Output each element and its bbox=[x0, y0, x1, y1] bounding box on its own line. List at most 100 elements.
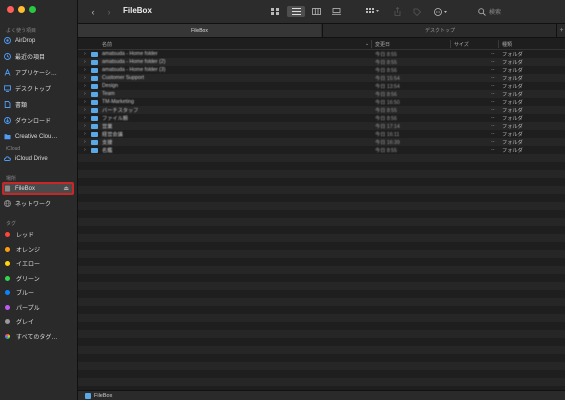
more-actions-button[interactable] bbox=[433, 5, 451, 18]
table-row[interactable]: › バーチスタッフ 今日 8:55 -- フォルダ bbox=[78, 106, 565, 114]
list-view-button[interactable] bbox=[287, 6, 305, 17]
column-date-header[interactable]: 変更日 bbox=[375, 41, 390, 48]
table-row[interactable]: › amatsuda - Home folder (3) 今日 8:56 -- フォルダ bbox=[78, 66, 565, 74]
disclosure-chevron-icon[interactable]: › bbox=[84, 115, 86, 121]
sidebar-item-label: ダウンロード bbox=[15, 119, 52, 125]
disclosure-chevron-icon[interactable]: › bbox=[84, 83, 86, 89]
disclosure-chevron-icon[interactable]: › bbox=[84, 99, 86, 105]
sidebar-tag-0[interactable]: レッド bbox=[4, 229, 74, 240]
eject-icon[interactable]: ⏏ bbox=[63, 185, 69, 192]
share-button[interactable] bbox=[392, 5, 402, 18]
file-kind: フォルダ bbox=[502, 76, 523, 82]
forward-button[interactable]: › bbox=[104, 5, 114, 18]
empty-row bbox=[78, 154, 565, 162]
table-row[interactable]: › Customer Support 今日 15:54 -- フォルダ bbox=[78, 74, 565, 82]
download-icon bbox=[4, 117, 11, 124]
empty-row bbox=[78, 282, 565, 290]
tag-label: グレイ bbox=[16, 320, 35, 326]
close-window-button[interactable] bbox=[7, 6, 14, 13]
disclosure-chevron-icon[interactable]: › bbox=[84, 139, 86, 145]
column-view-button[interactable] bbox=[307, 6, 325, 17]
empty-row bbox=[78, 378, 565, 386]
table-row[interactable]: › Team 今日 8:56 -- フォルダ bbox=[78, 90, 565, 98]
folder-icon bbox=[91, 84, 98, 89]
table-row[interactable]: › ファイル類 今日 8:56 -- フォルダ bbox=[78, 114, 565, 122]
file-kind: フォルダ bbox=[502, 132, 523, 138]
empty-row bbox=[78, 322, 565, 330]
file-date: 今日 8:56 bbox=[375, 68, 397, 74]
sidebar-item-sidebar-locations-1[interactable]: ネットワーク bbox=[4, 198, 74, 209]
sidebar-item-sidebar-favorites-2[interactable]: アプリケーシ… bbox=[4, 67, 74, 78]
file-date: 今日 16:11 bbox=[375, 132, 400, 138]
sidebar-tag-6[interactable]: グレイ bbox=[4, 316, 74, 327]
file-date: 今日 8:55 bbox=[375, 148, 397, 154]
disclosure-chevron-icon[interactable]: › bbox=[84, 51, 86, 57]
sidebar-item-sidebar-favorites-3[interactable]: デスクトップ bbox=[4, 83, 74, 94]
group-icon bbox=[366, 8, 379, 13]
table-row[interactable]: › amatsuda - Home folder (2) 今日 8:55 -- フォルダ bbox=[78, 58, 565, 66]
sidebar-tag-7[interactable]: すべてのタグ… bbox=[4, 331, 74, 342]
disclosure-chevron-icon[interactable]: › bbox=[84, 131, 86, 137]
gallery-view-button[interactable] bbox=[327, 6, 345, 17]
zoom-window-button[interactable] bbox=[29, 6, 36, 13]
empty-row bbox=[78, 218, 565, 226]
disclosure-chevron-icon[interactable]: › bbox=[84, 75, 86, 81]
file-kind: フォルダ bbox=[502, 124, 523, 130]
disclosure-chevron-icon[interactable]: › bbox=[84, 107, 86, 113]
sidebar-tag-1[interactable]: オレンジ bbox=[4, 244, 74, 255]
table-row[interactable]: › 名鑑 今日 8:55 -- フォルダ bbox=[78, 146, 565, 154]
tab-desktop[interactable]: デスクトップ bbox=[322, 24, 557, 37]
search-field[interactable]: 検索 bbox=[478, 6, 560, 17]
column-size-header[interactable]: サイズ bbox=[454, 41, 469, 48]
sidebar-tag-5[interactable]: パープル bbox=[4, 302, 74, 313]
sidebar-item-sidebar-favorites-0[interactable]: AirDrop bbox=[4, 35, 74, 46]
sidebar-item-sidebar-favorites-4[interactable]: 書類 bbox=[4, 99, 74, 110]
disclosure-chevron-icon[interactable]: › bbox=[84, 59, 86, 65]
network-icon bbox=[4, 200, 11, 207]
empty-row bbox=[78, 186, 565, 194]
tab-filebox[interactable]: FileBox bbox=[78, 24, 321, 37]
table-row[interactable]: › TM-Marketing 今日 16:50 -- フォルダ bbox=[78, 98, 565, 106]
file-kind: フォルダ bbox=[502, 108, 523, 114]
file-size: -- bbox=[491, 83, 495, 89]
sidebar-item-sidebar-favorites-1[interactable]: 最近の項目 bbox=[4, 51, 74, 62]
tag-label: パープル bbox=[16, 305, 40, 312]
file-size: -- bbox=[491, 131, 495, 137]
column-kind-header[interactable]: 種類 bbox=[502, 41, 512, 48]
sidebar-item-sidebar-icloud-0[interactable]: iCloud Drive bbox=[4, 153, 74, 164]
column-name-header[interactable]: 名前 bbox=[102, 41, 112, 48]
tab-bar: FileBox デスクトップ + bbox=[78, 24, 565, 38]
group-button[interactable] bbox=[365, 5, 381, 18]
table-row[interactable]: › amatsuda - Home folder 今日 8:55 -- フォルダ bbox=[78, 50, 565, 58]
ellipsis-circle-icon bbox=[434, 7, 447, 16]
table-row[interactable]: › 経営会議 今日 16:11 -- フォルダ bbox=[78, 130, 565, 138]
file-date: 今日 17:14 bbox=[375, 124, 400, 130]
sidebar-tag-2[interactable]: イエロー bbox=[4, 258, 74, 269]
sidebar-item-sidebar-favorites-5[interactable]: ダウンロード bbox=[4, 115, 74, 126]
tag-button[interactable] bbox=[412, 5, 422, 18]
document-icon bbox=[4, 101, 11, 108]
empty-row bbox=[78, 290, 565, 298]
table-row[interactable]: › 支援 今日 16:39 -- フォルダ bbox=[78, 138, 565, 146]
column-header: 名前 ⌄ 変更日 サイズ 種類 bbox=[78, 38, 565, 50]
table-row[interactable]: › Design 今日 13:54 -- フォルダ bbox=[78, 82, 565, 90]
back-button[interactable]: ‹ bbox=[88, 5, 98, 18]
minimize-window-button[interactable] bbox=[18, 6, 25, 13]
disclosure-chevron-icon[interactable]: › bbox=[84, 67, 86, 73]
icon-view-button[interactable] bbox=[266, 6, 284, 17]
tag-label: グリーン bbox=[16, 276, 40, 283]
disclosure-chevron-icon[interactable]: › bbox=[84, 123, 86, 129]
new-tab-button[interactable]: + bbox=[556, 24, 565, 37]
window-title: FileBox bbox=[123, 6, 152, 15]
disclosure-chevron-icon[interactable]: › bbox=[84, 91, 86, 97]
disclosure-chevron-icon[interactable]: › bbox=[84, 147, 86, 153]
sidebar-item-sidebar-favorites-6[interactable]: Creative Clou… bbox=[4, 131, 74, 142]
path-bar-label[interactable]: FileBox bbox=[94, 393, 112, 399]
sidebar-tag-4[interactable]: ブルー bbox=[4, 287, 74, 298]
columns-icon bbox=[311, 8, 321, 15]
file-date: 今日 8:56 bbox=[375, 116, 397, 122]
file-name: amatsuda - Home folder bbox=[102, 51, 158, 57]
sidebar-item-sidebar-locations-0[interactable]: FileBox ⏏ bbox=[2, 182, 74, 195]
table-row[interactable]: › 営業 今日 17:14 -- フォルダ bbox=[78, 122, 565, 130]
sidebar-tag-3[interactable]: グリーン bbox=[4, 273, 74, 284]
